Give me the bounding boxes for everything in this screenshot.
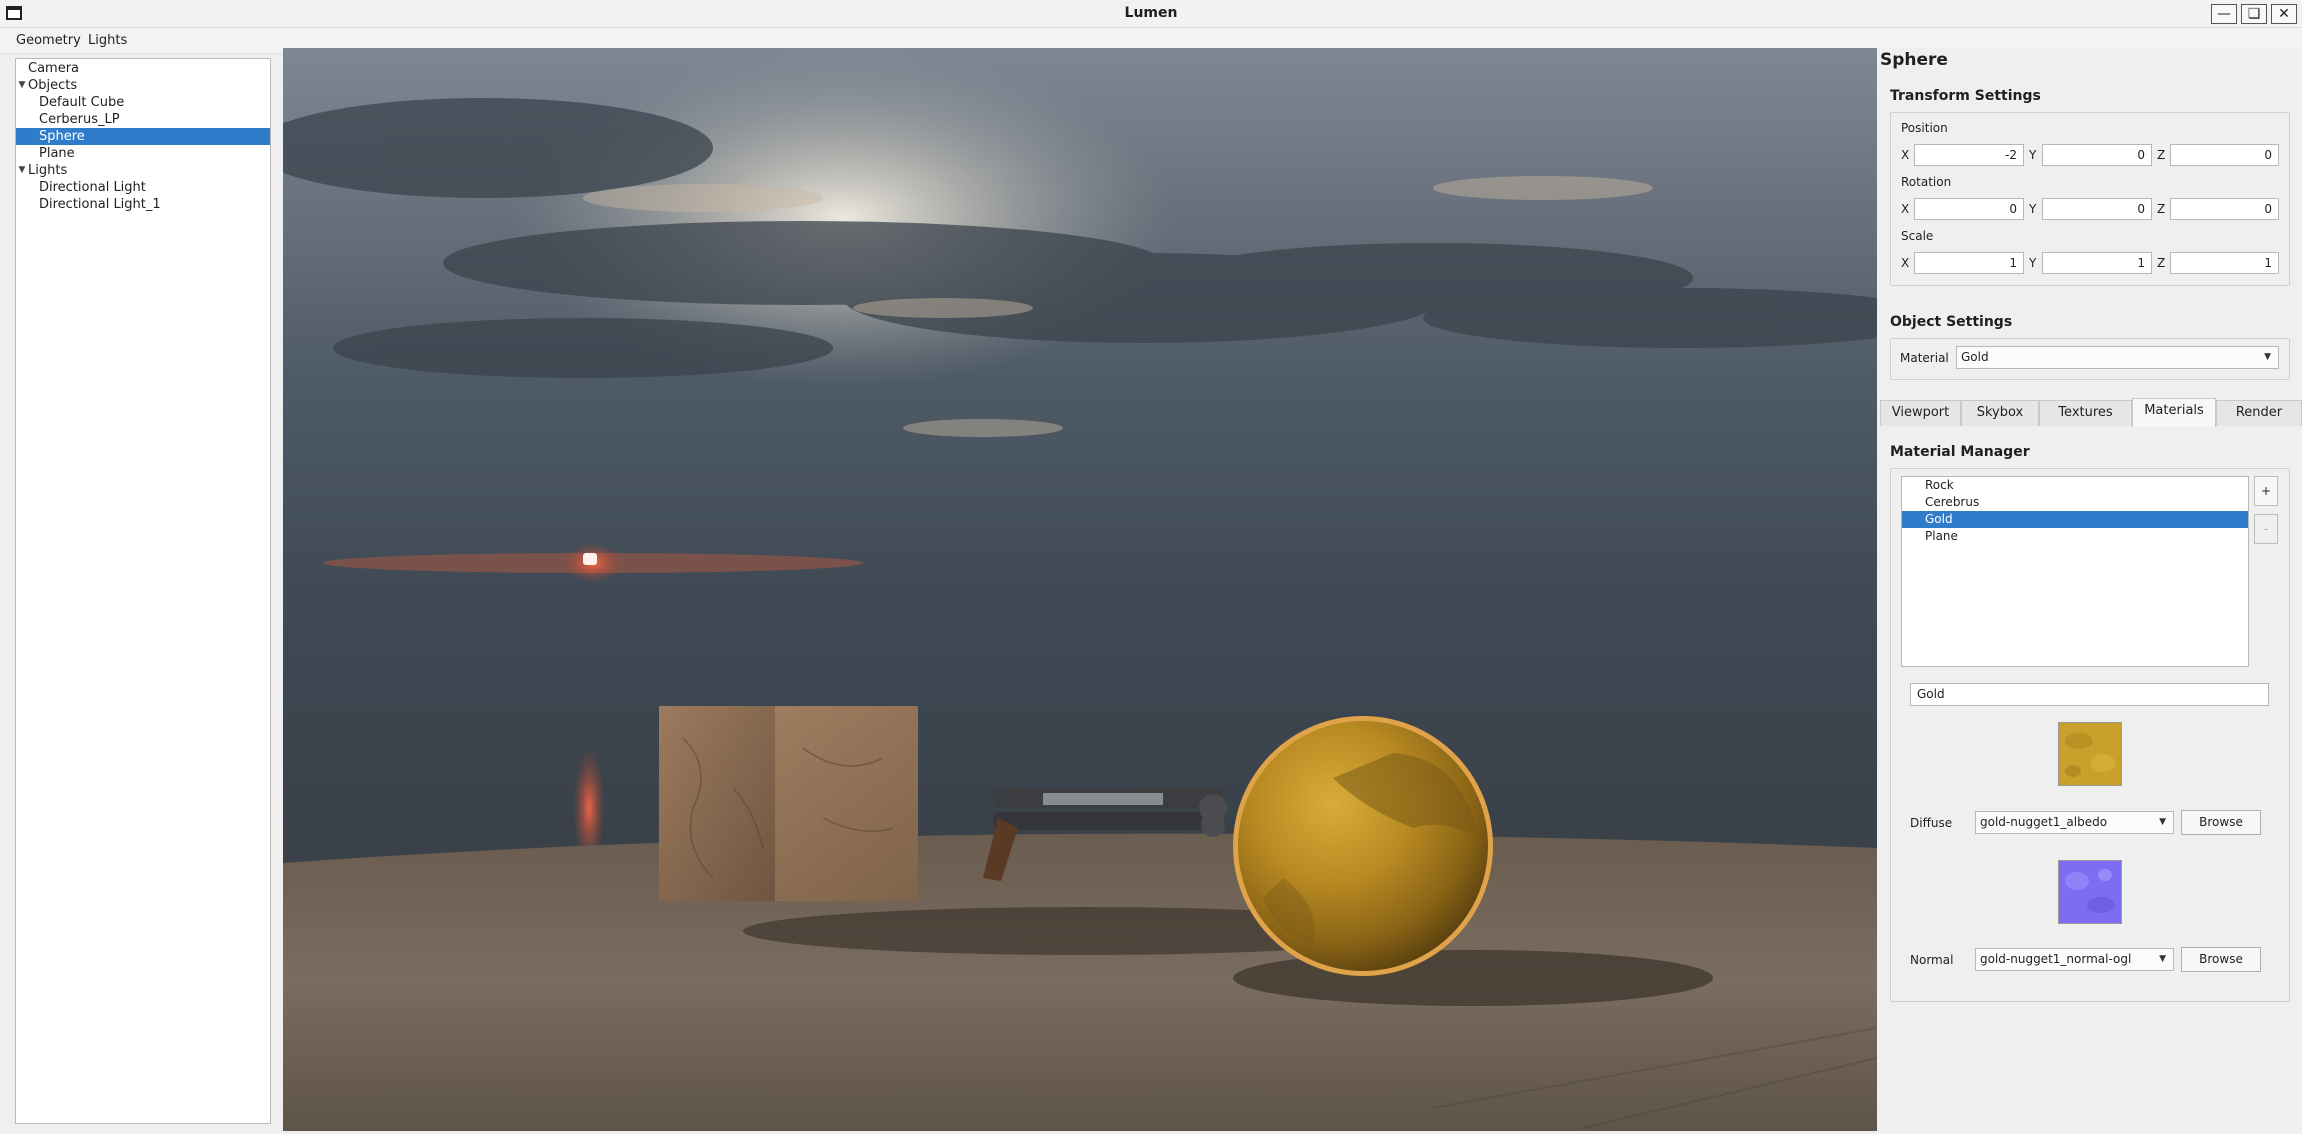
normal-texture-preview xyxy=(2058,860,2122,924)
tree-item-label: Sphere xyxy=(39,129,85,144)
position-z-label: Z xyxy=(2157,148,2166,162)
add-material-button[interactable]: + xyxy=(2254,476,2278,506)
material-name-field[interactable]: Gold xyxy=(1910,683,2269,706)
render-viewport[interactable] xyxy=(283,48,1877,1131)
tree-item-objects[interactable]: ▼ Objects xyxy=(16,77,270,94)
diffuse-texture-select[interactable]: gold-nugget1_albedo ▼ xyxy=(1975,811,2174,834)
scale-y-label: Y xyxy=(2029,256,2037,270)
tree-item-cerberus-lp[interactable]: Cerberus_LP xyxy=(16,111,270,128)
scale-z-label: Z xyxy=(2157,256,2166,270)
material-list-item[interactable]: Rock xyxy=(1902,477,2248,494)
diffuse-texture-preview xyxy=(2058,722,2122,786)
tab-textures[interactable]: Textures xyxy=(2039,400,2132,426)
chevron-down-icon[interactable]: ▼ xyxy=(17,77,27,94)
tab-materials[interactable]: Materials xyxy=(2132,398,2216,427)
tree-item-default-cube[interactable]: Default Cube xyxy=(16,94,270,111)
scale-x-label: X xyxy=(1901,256,1910,270)
rotation-x-label: X xyxy=(1901,202,1910,216)
scale-label: Scale xyxy=(1901,229,1934,243)
normal-texture-value: gold-nugget1_normal-ogl xyxy=(1980,952,2132,966)
maximize-icon[interactable]: ❏ xyxy=(2241,4,2267,24)
tree-item-camera[interactable]: Camera xyxy=(16,60,270,77)
normal-texture-select[interactable]: gold-nugget1_normal-ogl ▼ xyxy=(1975,948,2174,971)
scale-y-field[interactable]: 1 xyxy=(2042,252,2152,274)
material-list-item[interactable]: Cerebrus xyxy=(1902,494,2248,511)
tree-item-directional-light[interactable]: Directional Light xyxy=(16,179,270,196)
position-z-field[interactable]: 0 xyxy=(2170,144,2279,166)
window-title: Lumen xyxy=(1124,5,1178,21)
rotation-y-label: Y xyxy=(2029,202,2037,216)
minimize-icon[interactable]: — xyxy=(2211,4,2237,24)
tree-item-label: Cerberus_LP xyxy=(39,112,120,127)
tree-item-plane[interactable]: Plane xyxy=(16,145,270,162)
material-list-item[interactable]: Plane xyxy=(1902,528,2248,545)
tab-render[interactable]: Render xyxy=(2216,400,2302,426)
material-manager-heading: Material Manager xyxy=(1890,444,2030,460)
object-settings-heading: Object Settings xyxy=(1890,314,2013,330)
title-bar: Lumen — ❏ ✕ xyxy=(0,0,2302,28)
scene-tree[interactable]: Camera ▼ Objects Default Cube Cerberus_L… xyxy=(15,58,271,1124)
tree-item-label: Lights xyxy=(28,163,68,178)
tab-skybox[interactable]: Skybox xyxy=(1961,400,2039,426)
chevron-down-icon[interactable]: ▼ xyxy=(17,162,27,179)
material-select-value: Gold xyxy=(1961,350,1989,364)
menu-lights[interactable]: Lights xyxy=(80,28,135,54)
chevron-down-icon: ▼ xyxy=(2264,352,2271,362)
tab-viewport[interactable]: Viewport xyxy=(1880,400,1961,426)
tree-item-label: Directional Light xyxy=(39,180,146,195)
tree-item-label: Directional Light_1 xyxy=(39,197,161,212)
scale-z-field[interactable]: 1 xyxy=(2170,252,2279,274)
chevron-down-icon: ▼ xyxy=(2159,817,2166,827)
position-label: Position xyxy=(1901,121,1948,135)
diffuse-texture-value: gold-nugget1_albedo xyxy=(1980,815,2108,829)
close-icon[interactable]: ✕ xyxy=(2271,4,2297,24)
transform-settings-heading: Transform Settings xyxy=(1890,88,2041,104)
normal-texture-pattern xyxy=(2065,869,2115,913)
diffuse-browse-button[interactable]: Browse xyxy=(2181,810,2261,835)
material-list-item-selected[interactable]: Gold xyxy=(1902,511,2248,528)
material-label: Material xyxy=(1900,351,1949,365)
settings-tabs: Viewport Skybox Textures Materials Rende… xyxy=(1880,398,2302,427)
scene-render xyxy=(283,48,1877,1131)
rotation-x-field[interactable]: 0 xyxy=(1914,198,2024,220)
diffuse-texture-pattern xyxy=(2065,733,2115,777)
scale-x-field[interactable]: 1 xyxy=(1914,252,2024,274)
tree-item-label: Objects xyxy=(28,78,78,93)
normal-browse-button[interactable]: Browse xyxy=(2181,947,2261,972)
normal-label: Normal xyxy=(1910,953,1954,967)
position-y-field[interactable]: 0 xyxy=(2042,144,2152,166)
tree-item-directional-light-1[interactable]: Directional Light_1 xyxy=(16,196,270,213)
tree-item-label: Plane xyxy=(39,146,75,161)
position-y-label: Y xyxy=(2029,148,2037,162)
position-x-field[interactable]: -2 xyxy=(1914,144,2024,166)
position-x-label: X xyxy=(1901,148,1910,162)
rotation-label: Rotation xyxy=(1901,175,1952,189)
tree-item-lights[interactable]: ▼ Lights xyxy=(16,162,270,179)
tree-item-sphere[interactable]: Sphere xyxy=(16,128,270,145)
rotation-y-field[interactable]: 0 xyxy=(2042,198,2152,220)
diffuse-label: Diffuse xyxy=(1910,816,1953,830)
menu-geometry[interactable]: Geometry xyxy=(8,28,89,54)
material-list[interactable]: Rock Cerebrus Gold Plane xyxy=(1901,476,2249,667)
chevron-down-icon: ▼ xyxy=(2159,954,2166,964)
rotation-z-field[interactable]: 0 xyxy=(2170,198,2279,220)
rotation-z-label: Z xyxy=(2157,202,2166,216)
material-select[interactable]: Gold ▼ xyxy=(1956,346,2279,369)
remove-material-button[interactable]: - xyxy=(2254,514,2278,544)
tree-item-label: Default Cube xyxy=(39,95,125,110)
selected-object-title: Sphere xyxy=(1880,50,1948,70)
tree-item-label: Camera xyxy=(28,61,80,76)
